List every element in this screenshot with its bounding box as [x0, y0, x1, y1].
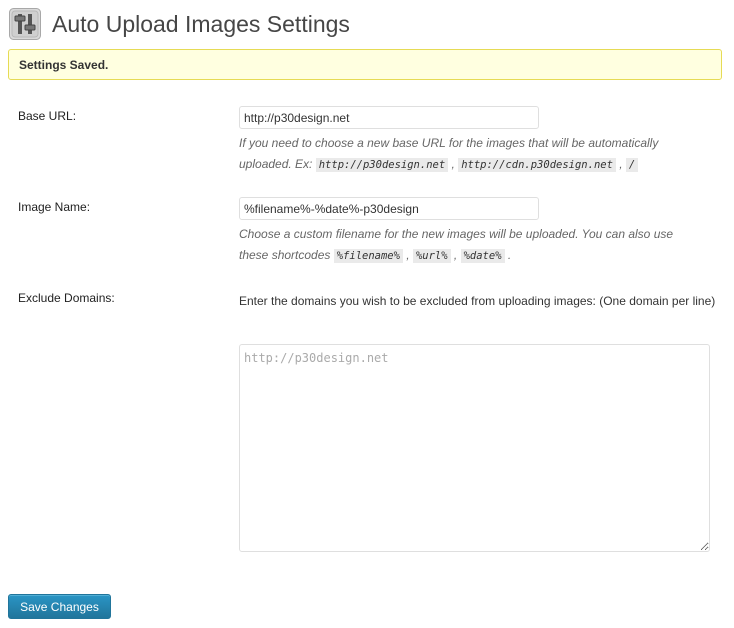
page-title: Auto Upload Images Settings [52, 11, 350, 37]
shortcode-code: %filename% [333, 249, 403, 263]
settings-sliders-icon [9, 8, 41, 40]
image-name-description-line1: Choose a custom filename for the new ima… [239, 227, 674, 241]
image-name-input[interactable] [239, 197, 539, 220]
base-url-description-line2: uploaded. Ex: http://p30design.net , htt… [239, 154, 679, 176]
base-url-description-line1: If you need to choose a new base URL for… [239, 136, 659, 150]
save-changes-button[interactable]: Save Changes [8, 594, 111, 619]
shortcode-code: %date% [460, 249, 505, 263]
image-name-description-prefix: these shortcodes [239, 248, 331, 262]
base-url-description-prefix: uploaded. Ex: [239, 157, 313, 171]
notice-text: Settings Saved. [19, 57, 109, 72]
settings-page: Auto Upload Images Settings Settings Sav… [0, 0, 734, 628]
exclude-domains-label: Exclude Domains: [18, 291, 115, 305]
image-name-description: Choose a custom filename for the new ima… [239, 224, 679, 267]
base-url-label: Base URL: [18, 109, 77, 123]
image-name-label: Image Name: [18, 200, 91, 214]
exclude-domains-intro: Enter the domains you wish to be exclude… [239, 294, 716, 308]
base-url-example-code: http://p30design.net [315, 158, 449, 172]
base-url-description: If you need to choose a new base URL for… [239, 133, 679, 176]
shortcode-code: %url% [412, 249, 451, 263]
base-url-example-code: http://cdn.p30design.net [458, 158, 616, 172]
settings-saved-notice: Settings Saved. [8, 49, 722, 80]
page-header: Auto Upload Images Settings [9, 8, 350, 40]
image-name-description-line2: these shortcodes %filename% , %url% , %d… [239, 248, 512, 263]
base-url-input[interactable] [239, 106, 539, 129]
exclude-domains-textarea[interactable] [239, 344, 710, 552]
base-url-example-code: / [625, 158, 639, 172]
